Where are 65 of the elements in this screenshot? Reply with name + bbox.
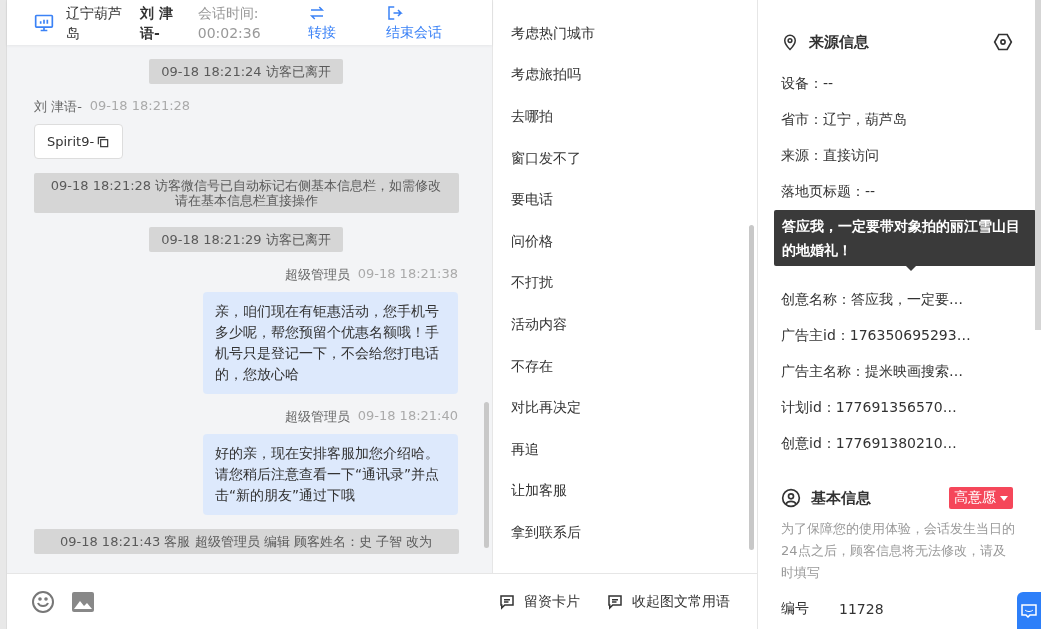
comment-icon: [498, 592, 516, 611]
quick-reply-item[interactable]: 窗口发不了: [511, 137, 739, 180]
info-field: 创意名称：答应我，一定要…: [781, 282, 1041, 318]
copy-icon: [96, 134, 111, 149]
message-time: 09-18 18:21:28: [89, 98, 191, 115]
toolbar-action[interactable]: 留资卡片: [498, 592, 580, 611]
quick-reply-item[interactable]: 要电话: [511, 179, 739, 221]
image-button[interactable]: [71, 590, 95, 613]
sender-name: 刘 津语-: [34, 98, 82, 116]
system-message: 09-18 18:21:24 访客已离开: [149, 59, 343, 84]
session-time: 会话时间: 00:02:36: [197, 3, 262, 43]
info-field: 广告主id：176350695293…: [781, 318, 1041, 354]
location-pin-icon: [781, 32, 799, 52]
message-time: 09-18 18:21:40: [357, 408, 458, 425]
exit-icon: [386, 3, 404, 22]
emoji-icon: [31, 589, 55, 614]
message-time: 09-18 18:21:38: [357, 266, 458, 283]
quick-reply-item[interactable]: 让加客服: [511, 470, 739, 513]
section-title: 来源信息: [809, 32, 870, 52]
info-field: 计划id：177691356570…: [781, 390, 1041, 426]
info-field: 广告主名称：提米映画搜索…: [781, 354, 1041, 390]
quick-reply-item[interactable]: 问价格: [511, 220, 739, 263]
tooltip-arrow: [906, 266, 916, 271]
comment-icon: [606, 592, 624, 611]
image-icon: [71, 590, 95, 613]
chat-icon: [1021, 603, 1037, 618]
quick-reply-item[interactable]: 考虑旅拍吗: [511, 54, 739, 97]
transfer-button[interactable]: 转接: [308, 3, 336, 42]
system-message: 09-18 18:21:29 访客已离开: [149, 227, 343, 252]
monitor-icon: [34, 12, 54, 33]
quick-reply-item[interactable]: 不存在: [511, 345, 739, 388]
section-title: 基本信息: [811, 488, 872, 508]
contact-card[interactable]: Spirit9-: [34, 124, 124, 159]
field-label: 编号: [781, 600, 810, 618]
message-bubble: 好的亲，现在安排客服加您介绍哈。请您稍后注意查看一下“通讯录”并点击“新的朋友”通过下哦: [203, 434, 458, 515]
intent-dropdown[interactable]: 高意愿: [949, 487, 1013, 509]
info-field: 省市：辽宁，葫芦岛: [781, 102, 1041, 138]
user-icon: [781, 488, 801, 508]
toolbar-action[interactable]: 收起图文常用语: [606, 592, 730, 611]
quick-reply-item[interactable]: 去哪拍: [511, 96, 739, 138]
emoji-button[interactable]: [31, 589, 55, 614]
info-field: 设备：--: [781, 66, 1041, 102]
message-bubble: 亲，咱们现在有钜惠活动，您手机号多少呢，帮您预留个优惠名额哦！手机号只是登记一下，不会给您打电话的，您放心哈: [203, 292, 458, 394]
sender-name: 超级管理员: [284, 408, 350, 426]
tooltip: 答应我，一定要带对象拍的丽江雪山目的地婚礼！: [774, 210, 1036, 266]
system-message: 09-18 18:21:28 访客微信号已自动标记右侧基本信息栏，如需修改请在基本信息栏直接操作: [33, 173, 459, 213]
sender-name: 超级管理员: [284, 266, 350, 284]
info-field: 创意id：177691380210…: [781, 426, 1041, 462]
info-field: 来源：直接访问: [781, 138, 1041, 174]
field-value: 11728: [839, 601, 884, 617]
quick-reply-item[interactable]: 对比再决定: [511, 387, 739, 429]
hexagon-icon: [993, 32, 1013, 52]
quick-reply-item[interactable]: 考虑热门城市: [511, 13, 739, 55]
system-message: 09-18 18:21:43 客服 超级管理员 编辑 顾客姓名：史 子智 改为: [33, 529, 459, 554]
visitor-name: 刘 津语-: [139, 3, 174, 43]
info-field: 落地页标题：--: [781, 174, 1041, 210]
quick-reply-item[interactable]: 再追: [511, 428, 739, 471]
notice-text: 为了保障您的使用体验，会话发生当日的24点之后，顾客信息将无法修改，请及时填写: [781, 520, 1016, 582]
caret-icon: [1000, 495, 1008, 501]
quick-reply-item[interactable]: 不打扰: [511, 262, 739, 305]
visitor-location: 辽宁葫芦岛: [66, 3, 123, 43]
end-session-button[interactable]: 结束会话: [386, 3, 442, 42]
chat-float-button[interactable]: [1017, 592, 1041, 629]
quick-reply-item[interactable]: 活动内容: [511, 304, 739, 346]
quick-reply-item[interactable]: 拿到联系后: [511, 512, 739, 554]
